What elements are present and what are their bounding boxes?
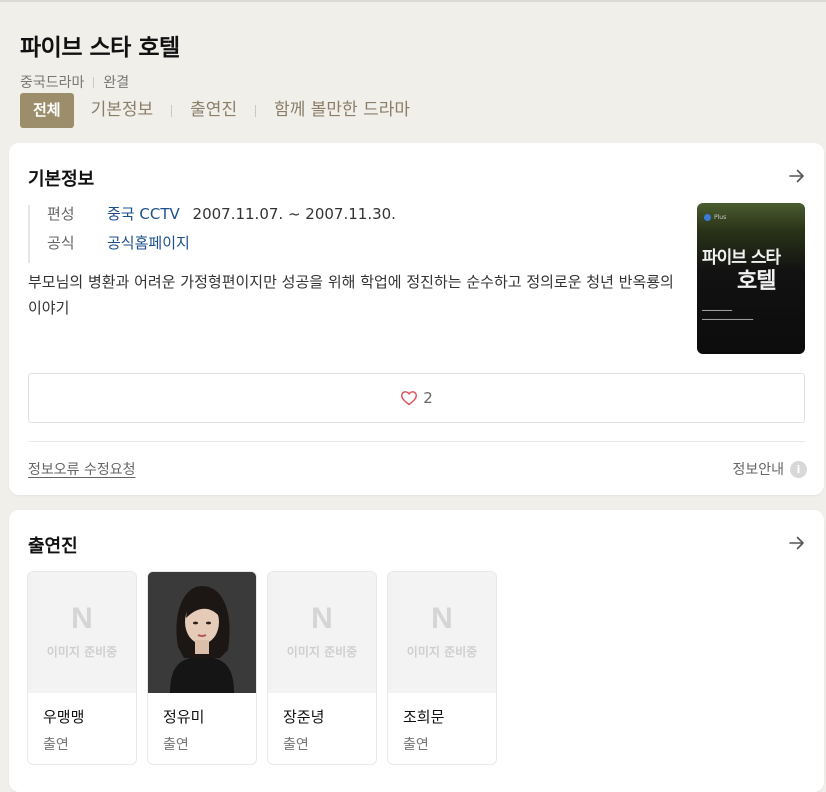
meta-divider (93, 76, 95, 88)
cast-name: 우맹맹 (43, 708, 85, 726)
image-preparing-text: 이미지 준비중 (286, 645, 358, 659)
info-guide-button[interactable]: 정보안내 i (732, 459, 807, 479)
tab-similar-dramas[interactable]: 함께 볼만한 드라마 (268, 93, 416, 128)
meta-info: 중국드라마 완결 (20, 72, 826, 92)
cast-name: 조희문 (403, 708, 445, 726)
arrow-right-icon[interactable] (788, 167, 806, 185)
like-count: 2 (423, 389, 433, 407)
naver-logo-icon: N (71, 602, 93, 635)
poster-credit-line: ━━━━━━━━━━ (702, 308, 733, 314)
cast-member-card[interactable]: N 이미지 준비중 우맹맹 출연 (27, 571, 137, 765)
info-guide-label: 정보안내 (732, 462, 784, 478)
heart-icon (401, 391, 418, 406)
arrow-right-icon[interactable] (788, 534, 806, 552)
official-row: 공식 공식홈페이지 (47, 234, 396, 253)
broadcast-period: 2007.11.07. ~ 2007.11.30. (192, 205, 396, 223)
cast-role: 출연 (43, 737, 69, 753)
cast-list: N 이미지 준비중 우맹맹 출연 정유미 출연 N 이미지 준비중 장준녕 출연… (27, 571, 507, 765)
cast-image-placeholder: N 이미지 준비중 (268, 572, 376, 693)
official-label: 공식 (47, 234, 75, 252)
cast-role: 출연 (283, 737, 309, 753)
cast-role: 출연 (403, 737, 429, 753)
poster-title-line2: 호텔 (737, 269, 776, 294)
basic-info-title[interactable]: 기본정보 (28, 165, 94, 191)
person-photo (148, 572, 256, 693)
cast-image-placeholder: N 이미지 준비중 (28, 572, 136, 693)
report-error-link[interactable]: 정보오류 수정요청 (28, 459, 136, 479)
tab-basic-info[interactable]: 기본정보 (85, 93, 160, 128)
image-preparing-text: 이미지 준비중 (406, 645, 478, 659)
official-homepage-link[interactable]: 공식홈페이지 (107, 234, 190, 252)
naver-logo-icon: N (311, 602, 333, 635)
cast-title[interactable]: 출연진 (28, 532, 78, 558)
info-icon: i (790, 460, 807, 478)
image-preparing-text: 이미지 준비중 (46, 645, 118, 659)
cast-member-card[interactable]: 정유미 출연 (147, 571, 257, 765)
poster-badge: Plus (704, 214, 726, 221)
tab-bar: 전체 기본정보 출연진 함께 볼만한 드라마 (20, 93, 416, 128)
broadcast-channel-link[interactable]: 중국 CCTV (107, 205, 180, 223)
cast-photo (148, 572, 256, 693)
status-label: 완결 (103, 75, 130, 91)
tab-divider (255, 104, 257, 117)
tab-all[interactable]: 전체 (20, 93, 74, 128)
synopsis: 부모님의 병환과 어려운 가정형편이지만 성공을 위해 학업에 정진하는 순수하… (28, 273, 674, 317)
tab-cast[interactable]: 출연진 (184, 93, 243, 128)
cast-image-placeholder: N 이미지 준비중 (388, 572, 496, 693)
naver-logo-icon: N (431, 602, 453, 635)
like-button[interactable]: 2 (28, 373, 805, 423)
broadcast-label: 편성 (47, 205, 75, 223)
cast-role: 출연 (163, 737, 189, 753)
cast-name: 장준녕 (283, 708, 325, 726)
genre-label: 중국드라마 (20, 75, 85, 91)
page-header: 파이브 스타 호텔 중국드라마 완결 (20, 28, 826, 92)
info-rows: 편성 중국 CCTV 2007.11.07. ~ 2007.11.30. 공식 … (28, 205, 396, 263)
poster-credit-line: ━━━━━━━━━━━━━━━━━ (702, 317, 754, 323)
cast-member-card[interactable]: N 이미지 준비중 장준녕 출연 (267, 571, 377, 765)
basic-info-card: 기본정보 편성 중국 CCTV 2007.11.07. ~ 2007.11.30… (9, 143, 824, 495)
drama-poster[interactable]: Plus 파이브 스타 호텔 ━━━━━━━━━━ ━━━━━━━━━━━━━━… (697, 203, 805, 354)
broadcast-row: 편성 중국 CCTV 2007.11.07. ~ 2007.11.30. (47, 205, 396, 224)
cast-name: 정유미 (163, 708, 205, 726)
cast-member-card[interactable]: N 이미지 준비중 조희문 출연 (387, 571, 497, 765)
tab-divider (171, 104, 173, 117)
page-title: 파이브 스타 호텔 (20, 35, 180, 61)
divider (28, 441, 805, 442)
cast-card: 출연진 N 이미지 준비중 우맹맹 출연 정유미 출연 N 이미지 준비중 장준… (9, 510, 824, 792)
